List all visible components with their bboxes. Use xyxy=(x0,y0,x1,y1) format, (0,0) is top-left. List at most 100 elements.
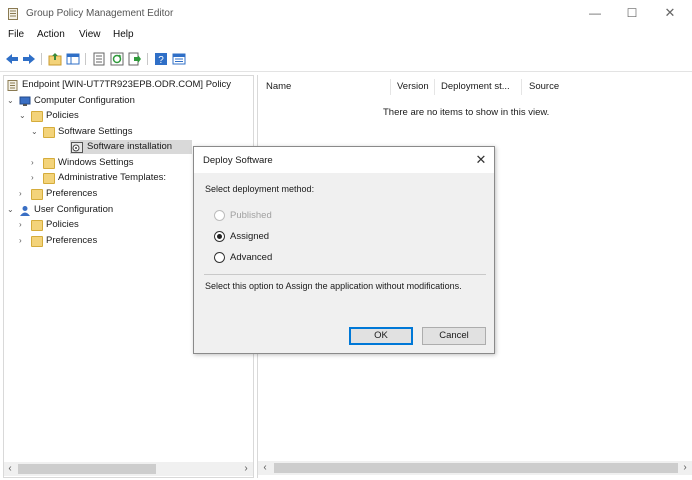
forward-icon[interactable] xyxy=(22,52,36,66)
deployment-method-prompt: Select deployment method: xyxy=(205,184,315,194)
title-bar: Group Policy Management Editor — ☐ ✕ xyxy=(0,0,692,26)
properties-icon[interactable] xyxy=(92,52,106,66)
tree-item-label: Computer Configuration xyxy=(34,95,135,106)
show-hide-tree-icon[interactable] xyxy=(66,52,80,66)
dialog-title-bar: Deploy Software ✕ xyxy=(194,147,494,173)
tree-item-computer-configuration[interactable]: ⌄ Computer Configuration xyxy=(7,95,207,109)
chevron-down-icon[interactable]: ⌄ xyxy=(31,127,40,137)
chevron-down-icon[interactable]: ⌄ xyxy=(19,111,28,121)
chevron-right-icon[interactable]: › xyxy=(19,236,28,246)
radio-label-published: Published xyxy=(230,210,272,221)
chevron-right-icon[interactable]: › xyxy=(31,158,40,168)
radio-label-advanced[interactable]: Advanced xyxy=(230,252,272,263)
window-title: Group Policy Management Editor xyxy=(26,8,174,19)
tree-item-preferences[interactable]: › Preferences xyxy=(19,188,169,202)
export-icon[interactable] xyxy=(128,52,142,66)
folder-icon xyxy=(31,189,43,200)
chevron-down-icon[interactable]: ⌄ xyxy=(7,96,16,106)
column-divider[interactable] xyxy=(390,79,391,95)
minimize-button[interactable]: — xyxy=(580,4,610,22)
column-header-source[interactable]: Source xyxy=(529,81,559,92)
scrollbar-thumb[interactable] xyxy=(274,463,678,473)
scroll-right-icon[interactable]: › xyxy=(240,462,252,476)
toolbar-separator xyxy=(41,53,42,65)
view-icon[interactable] xyxy=(172,52,186,66)
column-header-version[interactable]: Version xyxy=(397,81,429,92)
tree-item-label: Policies xyxy=(46,219,79,230)
computer-icon xyxy=(19,96,31,106)
up-folder-icon[interactable] xyxy=(48,52,62,66)
tree-item-label: Preferences xyxy=(46,235,98,246)
scroll-left-icon[interactable]: ‹ xyxy=(4,462,16,476)
column-header-deployment-state[interactable]: Deployment st... xyxy=(441,81,510,92)
toolbar-separator xyxy=(85,53,86,65)
chevron-right-icon[interactable]: › xyxy=(19,189,28,199)
svg-text:?: ? xyxy=(158,55,164,66)
scroll-right-icon[interactable]: › xyxy=(679,461,691,475)
tree-item-label: Windows Settings xyxy=(58,157,134,168)
close-icon[interactable]: ✕ xyxy=(472,152,490,168)
folder-icon xyxy=(43,127,55,138)
tree-item-user-policies[interactable]: › Policies xyxy=(19,219,169,233)
tree-item-label: User Configuration xyxy=(34,204,114,215)
radio-advanced[interactable]: Advanced xyxy=(214,251,294,265)
folder-icon xyxy=(31,236,43,247)
menu-view[interactable]: View xyxy=(79,29,101,40)
chevron-down-icon[interactable]: ⌄ xyxy=(7,205,16,215)
radio-selected-dot xyxy=(217,234,222,239)
tree-item-windows-settings[interactable]: › Windows Settings xyxy=(31,157,191,171)
tree-item-user-configuration[interactable]: ⌄ User Configuration xyxy=(7,204,207,218)
app-icon xyxy=(8,8,18,20)
ok-button[interactable]: OK xyxy=(349,327,413,345)
help-icon[interactable]: ? xyxy=(154,52,168,66)
folder-icon xyxy=(31,220,43,231)
column-header-name[interactable]: Name xyxy=(266,81,291,92)
scrollbar-thumb[interactable] xyxy=(18,464,156,474)
refresh-icon[interactable] xyxy=(110,52,124,66)
tree-item-root-policy[interactable]: Endpoint [WIN-UT7TR923EPB.ODR.COM] Polic… xyxy=(7,79,252,93)
scroll-left-icon[interactable]: ‹ xyxy=(259,461,271,475)
tree-item-policies[interactable]: ⌄ Policies xyxy=(19,110,169,124)
tree-item-user-preferences[interactable]: › Preferences xyxy=(19,235,169,249)
radio-label-assigned[interactable]: Assigned xyxy=(230,231,269,242)
toolbar-separator xyxy=(147,53,148,65)
radio-button-advanced[interactable] xyxy=(214,252,225,263)
dialog-separator xyxy=(204,274,486,275)
list-horizontal-scrollbar[interactable]: ‹ › xyxy=(258,461,692,475)
tree-item-label: Preferences xyxy=(46,188,98,199)
empty-list-message: There are no items to show in this view. xyxy=(383,107,550,118)
tree-horizontal-scrollbar[interactable]: ‹ › xyxy=(4,462,253,476)
tree-item-label: Software installation xyxy=(87,141,173,152)
radio-published: Published xyxy=(214,209,294,223)
tree-item-label: Policies xyxy=(46,110,79,121)
policy-icon xyxy=(7,80,18,91)
user-icon xyxy=(20,206,30,216)
tree-item-label: Endpoint [WIN-UT7TR923EPB.ODR.COM] Polic… xyxy=(22,79,232,90)
chevron-right-icon[interactable]: › xyxy=(19,220,28,230)
column-divider[interactable] xyxy=(434,79,435,95)
menu-action[interactable]: Action xyxy=(37,29,65,40)
chevron-right-icon[interactable]: › xyxy=(31,173,40,183)
menu-help[interactable]: Help xyxy=(113,29,134,40)
toolbar: ? xyxy=(0,50,692,68)
radio-button-published xyxy=(214,210,225,221)
radio-assigned[interactable]: Assigned xyxy=(214,230,294,244)
toolbar-divider xyxy=(0,71,692,72)
folder-icon xyxy=(43,173,55,184)
tree-item-software-installation[interactable]: Software installation xyxy=(70,141,192,155)
maximize-button[interactable]: ☐ xyxy=(617,4,647,22)
cancel-button[interactable]: Cancel xyxy=(422,327,486,345)
tree-item-software-settings[interactable]: ⌄ Software Settings xyxy=(31,126,181,140)
software-installation-icon xyxy=(71,142,83,153)
tree-item-label: Software Settings xyxy=(58,126,133,137)
dialog-title: Deploy Software xyxy=(203,155,273,166)
back-icon[interactable] xyxy=(5,52,19,66)
menu-file[interactable]: File xyxy=(8,29,24,40)
radio-button-assigned[interactable] xyxy=(214,231,225,242)
folder-icon xyxy=(31,111,43,122)
folder-icon xyxy=(43,158,55,169)
column-divider[interactable] xyxy=(521,79,522,95)
close-window-button[interactable]: ✕ xyxy=(655,4,685,22)
deploy-software-dialog: Deploy Software ✕ Select deployment meth… xyxy=(193,146,495,354)
option-description: Select this option to Assign the applica… xyxy=(205,281,462,291)
